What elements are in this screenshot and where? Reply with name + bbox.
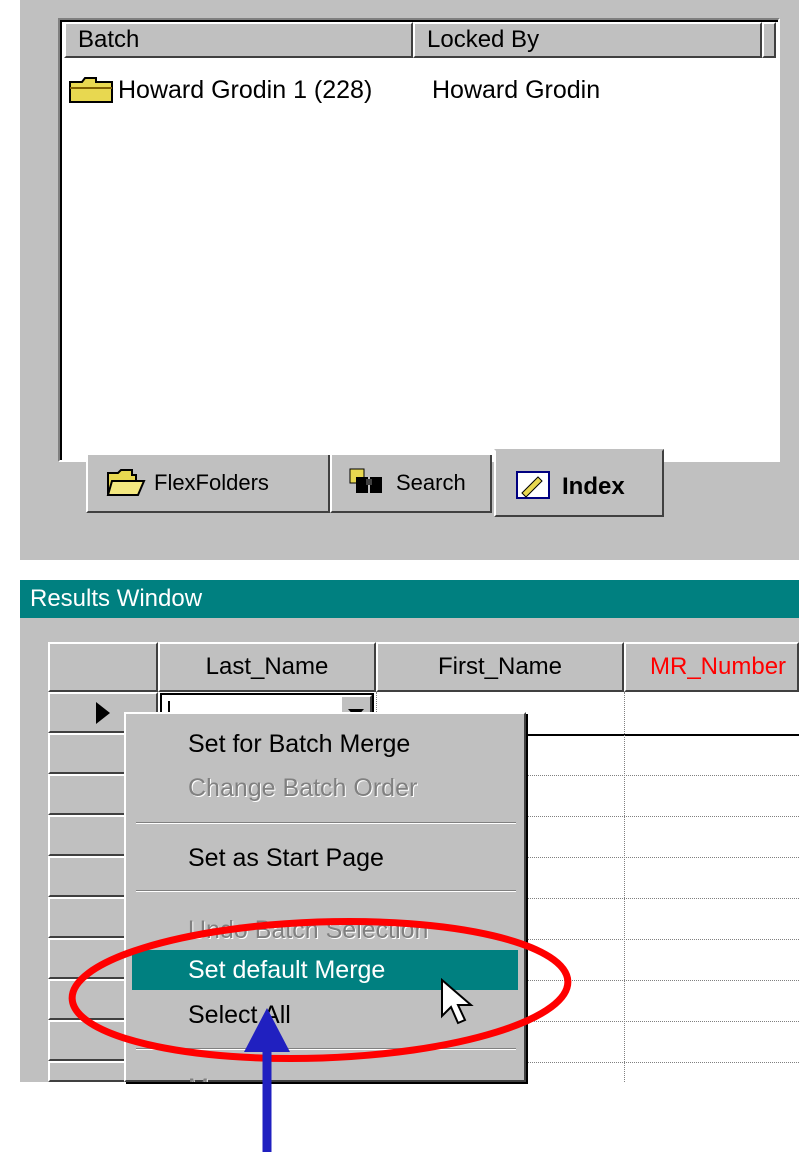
pointer-arrow-head <box>244 1008 290 1052</box>
annotation-overlay <box>68 917 572 1152</box>
highlight-ellipse <box>68 917 572 1063</box>
